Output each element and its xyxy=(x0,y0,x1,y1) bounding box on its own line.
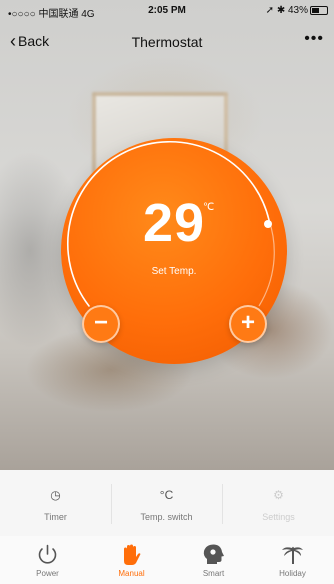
temp-switch-label: Temp. switch xyxy=(140,512,193,522)
power-icon xyxy=(38,544,57,564)
tab-manual[interactable]: Manual xyxy=(90,536,173,584)
smart-head-icon xyxy=(203,544,224,564)
bottom-tab-bar: Power Manual Smart Holiday xyxy=(0,536,334,584)
page-title: Thermostat xyxy=(131,34,203,50)
nav-bar: ‹ Back Thermostat ••• xyxy=(0,28,334,56)
increase-temp-button[interactable]: + xyxy=(229,305,267,343)
tab-power-label: Power xyxy=(36,569,59,578)
decrease-temp-button[interactable]: − xyxy=(82,305,120,343)
timer-label: Timer xyxy=(44,512,67,522)
clock-icon: ◷ xyxy=(50,488,61,502)
gear-icon: ⚙ xyxy=(273,488,284,502)
tab-power[interactable]: Power xyxy=(6,536,89,584)
battery-icon xyxy=(310,6,328,15)
settings-button[interactable]: ⚙ Settings xyxy=(223,470,334,536)
set-temp-label: Set Temp. xyxy=(151,266,197,277)
quick-actions-bar: ◷ Timer °C Temp. switch ⚙ Settings xyxy=(0,470,334,537)
tab-holiday-label: Holiday xyxy=(279,569,306,578)
more-options-button[interactable]: ••• xyxy=(304,30,324,48)
tab-smart[interactable]: Smart xyxy=(172,536,255,584)
temp-switch-button[interactable]: °C Temp. switch xyxy=(111,470,222,536)
temperature-value: 29 xyxy=(142,193,206,253)
status-bar: •○○○○ 中国联通 4G 2:05 PM ➚ ✱ 43% xyxy=(0,0,334,20)
settings-label: Settings xyxy=(262,512,295,522)
chevron-left-icon: ‹ xyxy=(10,31,16,51)
temperature-unit: ℃ xyxy=(203,202,215,213)
tab-holiday[interactable]: Holiday xyxy=(251,536,334,584)
tab-smart-label: Smart xyxy=(202,569,225,578)
tab-manual-label: Manual xyxy=(118,569,145,578)
status-indicators: ➚ ✱ 43% xyxy=(265,5,308,16)
timer-button[interactable]: ◷ Timer xyxy=(0,470,111,536)
back-button[interactable]: ‹ Back xyxy=(10,31,50,51)
back-label: Back xyxy=(18,33,50,49)
holiday-icon xyxy=(282,546,303,564)
celsius-icon: °C xyxy=(159,488,174,502)
hand-icon xyxy=(124,544,141,565)
